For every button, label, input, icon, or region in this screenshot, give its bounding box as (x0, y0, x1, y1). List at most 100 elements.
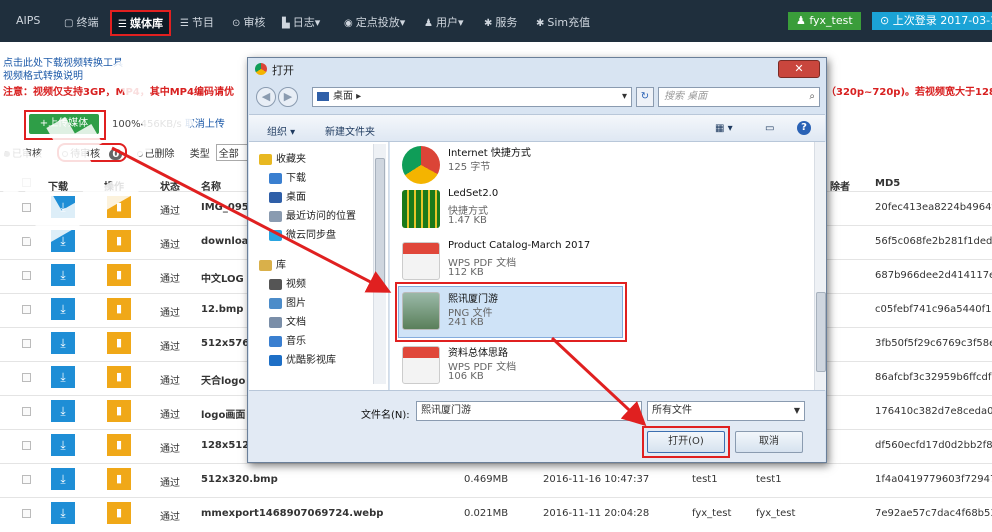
delete-button[interactable]: ▮ (107, 468, 131, 490)
download-button[interactable]: ⤓ (51, 434, 75, 456)
filter-deleted[interactable]: 已删除 (136, 149, 181, 160)
delete-button[interactable]: ▮ (107, 230, 131, 252)
radio-checked-icon (4, 151, 10, 157)
file-item[interactable]: 资料总体思路 WPS PDF 文档 106 KB (398, 340, 788, 392)
cancel-upload-link[interactable]: 取消上传 (185, 119, 225, 130)
nav-user[interactable]: ♟ 用户▾ (424, 14, 464, 30)
nav-pane-item[interactable]: 图片 (269, 294, 306, 309)
select-all-checkbox[interactable] (22, 178, 31, 190)
download-button[interactable]: ⤓ (51, 366, 75, 388)
download-button[interactable]: ⤓ (51, 332, 75, 354)
scrollbar-thumb[interactable] (375, 158, 385, 288)
row-checkbox[interactable] (22, 441, 31, 450)
row-name[interactable]: 128x512 (201, 440, 249, 451)
row-checkbox[interactable] (22, 407, 31, 416)
row-checkbox[interactable] (22, 339, 31, 348)
row-name[interactable]: IMG_095 (201, 202, 249, 213)
row-checkbox[interactable] (22, 271, 31, 280)
nav-pane-item[interactable]: 桌面 (269, 188, 306, 203)
file-selection-annotation (395, 282, 627, 342)
preview-pane-icon[interactable]: ▭ (765, 123, 774, 134)
user-badge[interactable]: ♟ fyx_test (788, 12, 861, 30)
download-button[interactable]: ⤓ (51, 400, 75, 422)
nav-pane-item[interactable]: 最近访问的位置 (269, 207, 356, 222)
download-button[interactable]: ⤓ (51, 298, 75, 320)
nav-pane-item[interactable]: 文档 (269, 313, 306, 328)
help-icon[interactable]: ? (797, 121, 811, 135)
row-name[interactable]: 512x576 (201, 338, 249, 349)
open-button[interactable]: 打开(O) (647, 431, 725, 453)
row-name[interactable]: 中文LOG (201, 270, 244, 285)
new-folder-button[interactable]: 新建文件夹 (325, 123, 375, 138)
view-options-icon[interactable]: ▦ ▾ (715, 123, 733, 134)
nav-pane-item[interactable]: 下载 (269, 169, 306, 184)
download-button[interactable]: ⤓ (51, 230, 75, 252)
plus-icon: + (39, 118, 49, 129)
row-checkbox[interactable] (22, 475, 31, 484)
download-button[interactable]: ⤓ (51, 264, 75, 286)
filter-approved[interactable]: 已审核 (4, 149, 48, 160)
file-item[interactable]: Product Catalog-March 2017 WPS PDF 文档 112 … (398, 236, 788, 288)
file-item[interactable]: LedSet2.0 快捷方式 1.47 KB (398, 184, 788, 236)
delete-button[interactable]: ▮ (107, 196, 131, 218)
organize-menu[interactable]: 组织 ▾ (267, 123, 295, 138)
row-name[interactable]: logo画面 (201, 406, 245, 421)
upload-media-button[interactable]: +上传媒体 (29, 114, 99, 134)
forward-button[interactable]: ▶ (278, 87, 298, 107)
filetype-select[interactable]: 所有文件 ▼ (647, 401, 805, 421)
nav-pane-item[interactable]: 收藏夹 (259, 150, 306, 165)
row-md5: 1f4a0419779603f72947 (875, 474, 992, 485)
dialog-close-button[interactable]: ✕ (778, 60, 820, 78)
filename-input[interactable]: 熙讯厦门游 (416, 401, 642, 421)
row-name[interactable]: downloa (201, 236, 248, 247)
row-checkbox[interactable] (22, 305, 31, 314)
download-tool-link[interactable]: 点击此处下载视频转换工具 (3, 57, 123, 70)
nav-program[interactable]: ☰ 节目 (180, 14, 214, 30)
path-dropdown-icon[interactable]: ▾ (622, 88, 627, 106)
row-checkbox[interactable] (22, 509, 31, 518)
download-button[interactable]: ⤓ (51, 196, 75, 218)
row-name[interactable]: 512x320.bmp (201, 474, 278, 485)
delete-button[interactable]: ▮ (107, 264, 131, 286)
search-input[interactable]: 搜索 桌面 ⌕ (658, 87, 820, 107)
nav-service[interactable]: ✱ 服务 (484, 14, 517, 30)
nav-media-library[interactable]: ☰ 媒体库 (110, 10, 171, 36)
row-name[interactable]: mmexport1468907069724.webp (201, 508, 383, 519)
nav-pane-item[interactable]: 库 (259, 256, 286, 271)
nav-log[interactable]: ▙ 日志▾ (282, 14, 320, 30)
delete-button[interactable]: ▮ (107, 434, 131, 456)
download-icon: ⤓ (60, 438, 66, 452)
row-name[interactable]: 天合logo (201, 372, 245, 387)
file-list: Internet 快捷方式 125 字节 LedSet2.0 快捷方式 1.47 KB P… (390, 142, 826, 390)
back-button[interactable]: ◀ (256, 87, 276, 107)
row-name[interactable]: 12.bmp (201, 304, 243, 315)
delete-button[interactable]: ▮ (107, 332, 131, 354)
refresh-button[interactable]: ↻ (636, 87, 654, 107)
nav-review[interactable]: ⊙ 审核 (232, 14, 265, 30)
delete-button[interactable]: ▮ (107, 298, 131, 320)
row-checkbox[interactable] (22, 203, 31, 212)
nav-pane-item[interactable]: 音乐 (269, 332, 306, 347)
file-list-scrollbar[interactable] (814, 142, 826, 390)
brand-logo[interactable]: AIPS (16, 14, 40, 27)
nav-pane-scrollbar[interactable] (373, 144, 386, 384)
nav-pane-item[interactable]: 微云同步盘 (269, 226, 336, 241)
row-checkbox[interactable] (22, 373, 31, 382)
type-select[interactable]: 全部 (215, 144, 248, 161)
nav-pane-item[interactable]: 视频 (269, 275, 306, 290)
scrollbar-thumb[interactable] (816, 292, 826, 372)
download-button[interactable]: ⤓ (51, 502, 75, 524)
row-checkbox[interactable] (22, 237, 31, 246)
delete-button[interactable]: ▮ (107, 400, 131, 422)
path-box[interactable]: 桌面 ▸ ▾ (312, 87, 632, 107)
nav-pane-item[interactable]: 优酷影视库 (269, 351, 336, 366)
delete-button[interactable]: ▮ (107, 502, 131, 524)
download-button[interactable]: ⤓ (51, 468, 75, 490)
delete-button[interactable]: ▮ (107, 366, 131, 388)
nav-terminal[interactable]: ▢ 终端 (64, 14, 98, 30)
filter-pending[interactable]: 待审核 0 (57, 143, 128, 162)
nav-sim[interactable]: ✱ Sim充值 (536, 14, 590, 30)
cancel-button[interactable]: 取消 (735, 431, 803, 453)
convert-note-link[interactable]: 视频格式转换说明 (3, 70, 123, 83)
nav-location[interactable]: ◉ 定点投放▾ (344, 14, 405, 30)
